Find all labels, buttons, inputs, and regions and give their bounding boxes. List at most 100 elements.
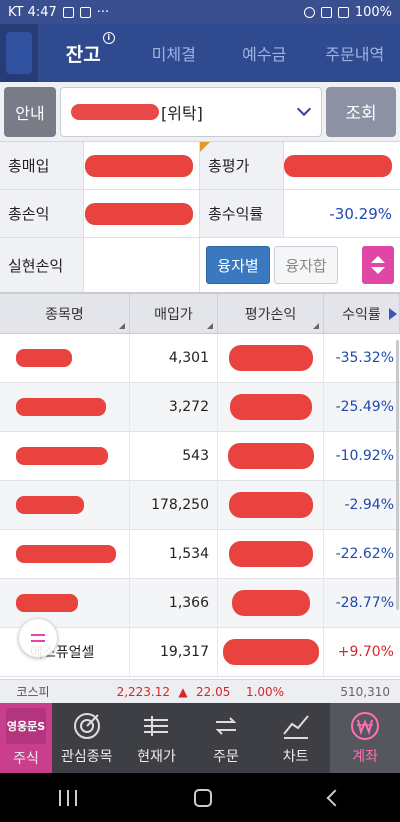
- loan-sum-button[interactable]: 융자합: [274, 246, 338, 284]
- image-icon: [62, 6, 74, 18]
- redacted-value: [222, 639, 319, 665]
- chart-icon: [282, 715, 309, 739]
- stock-name: [0, 432, 130, 480]
- index-percent: 1.00%: [245, 684, 285, 699]
- eval-pl: [218, 579, 324, 627]
- total-return-value: -30.29%: [329, 204, 392, 223]
- signal-icon: [337, 6, 349, 18]
- account-type: [위탁]: [161, 103, 203, 123]
- buy-price: 19,317: [130, 628, 218, 676]
- sort-toggle-button[interactable]: [362, 246, 394, 284]
- nav-chart[interactable]: 차트: [261, 703, 331, 773]
- back-icon[interactable]: [326, 789, 344, 806]
- info-icon: i: [102, 31, 115, 44]
- side-menu-handle[interactable]: [0, 24, 38, 82]
- table-row[interactable]: 1,534 -22.62%: [0, 530, 400, 579]
- total-eval-label: 총평가: [200, 142, 284, 189]
- stock-name: [0, 334, 130, 382]
- table-row[interactable]: 178,250 -2.94%: [0, 481, 400, 530]
- redacted-value: [228, 492, 313, 518]
- buy-price: 1,366: [130, 579, 218, 627]
- nav-label: 계좌: [352, 749, 379, 765]
- col-buy-price[interactable]: 매입가: [130, 294, 218, 333]
- system-nav-bar: [0, 773, 400, 822]
- table-row[interactable]: 543 -10.92%: [0, 432, 400, 481]
- tab-unfilled[interactable]: 미체결: [129, 41, 220, 65]
- nav-label: 현재가: [137, 749, 176, 765]
- table-scrollbar[interactable]: [396, 340, 399, 610]
- recents-icon[interactable]: [58, 789, 77, 806]
- bottom-nav: 영웅문S 주식 관심종목 현재가 주문 차트 계좌: [0, 703, 400, 773]
- buy-price: 4,301: [130, 334, 218, 382]
- redacted-value: [85, 154, 193, 177]
- price-list-icon: [144, 716, 169, 736]
- floating-menu-button[interactable]: [18, 618, 58, 658]
- index-change: 22.05: [196, 684, 231, 699]
- return-rate: -35.32%: [335, 350, 394, 366]
- realized-pl-value: [84, 238, 200, 292]
- eval-pl: [218, 432, 324, 480]
- redacted-value: [228, 345, 313, 371]
- stock-name: [0, 481, 130, 529]
- nav-label: 주식: [13, 751, 39, 767]
- home-icon[interactable]: [193, 788, 212, 807]
- battery-level: 100%: [354, 4, 392, 20]
- tab-deposit[interactable]: 예수금: [219, 41, 310, 65]
- table-row[interactable]: 3,272 -25.49%: [0, 383, 400, 432]
- arrow-down-icon: [371, 267, 385, 274]
- redacted-name: [16, 447, 108, 465]
- eval-pl: [218, 481, 324, 529]
- return-rate: -28.77%: [335, 595, 394, 611]
- nav-order[interactable]: 주문: [191, 703, 261, 773]
- tab-order-history[interactable]: 주문내역: [310, 41, 400, 65]
- arrow-up-icon: [371, 256, 385, 263]
- buy-price: 543: [130, 432, 218, 480]
- holdings-table-header: 종목명 매입가 평가손익 수익률: [0, 292, 400, 334]
- tab-balance[interactable]: 잔고 i: [38, 31, 129, 67]
- redacted-account-number: [71, 103, 159, 120]
- summary-panel: 총매입 총평가 총손익 총수익률 -30.29% 실현손익 융자별 융자합: [0, 142, 400, 292]
- redacted-value: [231, 590, 310, 616]
- redacted-name: [16, 496, 84, 514]
- redacted-value: [228, 541, 313, 567]
- nav-current-price[interactable]: 현재가: [122, 703, 192, 773]
- exchange-arrows-icon: [215, 717, 237, 735]
- market-ticker[interactable]: 코스피 2,223.12 ▲ 22.05 1.00% 510,310: [0, 679, 400, 703]
- nav-watchlist[interactable]: 관심종목: [52, 703, 122, 773]
- index-volume: 510,310: [340, 684, 390, 699]
- redacted-value: [85, 202, 193, 225]
- table-row[interactable]: 에스퓨얼셀 19,317 +9.70%: [0, 628, 400, 677]
- eval-pl: [218, 628, 324, 676]
- nav-account[interactable]: 계좌: [330, 703, 400, 773]
- eval-pl: [218, 334, 324, 382]
- brand-logo-icon: 영웅문S: [6, 708, 46, 744]
- stock-name: [0, 383, 130, 431]
- total-pl-label: 총손익: [0, 190, 84, 237]
- index-name: 코스피: [16, 685, 50, 699]
- by-loan-button[interactable]: 융자별: [206, 246, 270, 284]
- redacted-name: [16, 594, 78, 612]
- nav-stocks[interactable]: 영웅문S 주식: [0, 703, 52, 773]
- col-stock-name[interactable]: 종목명: [0, 294, 130, 333]
- return-rate: -25.49%: [335, 399, 394, 415]
- query-button[interactable]: 조회: [326, 86, 396, 137]
- col-return[interactable]: 수익률: [324, 294, 400, 333]
- holdings-table: 4,301 -35.32% 3,272 -25.49% 543 -10.92% …: [0, 334, 400, 679]
- carrier-time: KT 4:47: [8, 4, 57, 20]
- table-row[interactable]: 1,366 -28.77%: [0, 579, 400, 628]
- table-row[interactable]: 4,301 -35.32%: [0, 334, 400, 383]
- chevron-down-icon: [296, 101, 312, 116]
- redacted-value: [284, 154, 392, 177]
- account-row: 안내 [위탁] 조회: [0, 82, 400, 142]
- total-return-label: 총수익률: [200, 190, 284, 237]
- stock-name: [0, 579, 130, 627]
- account-select[interactable]: [위탁]: [60, 86, 322, 137]
- buy-price: 3,272: [130, 383, 218, 431]
- col-eval-pl[interactable]: 평가손익: [218, 294, 324, 333]
- guide-button[interactable]: 안내: [4, 86, 56, 137]
- marker-icon: [200, 142, 210, 152]
- eval-pl: [218, 530, 324, 578]
- redacted-name: [16, 398, 106, 416]
- total-buy-value: [84, 142, 200, 189]
- notification-icon: [79, 6, 91, 18]
